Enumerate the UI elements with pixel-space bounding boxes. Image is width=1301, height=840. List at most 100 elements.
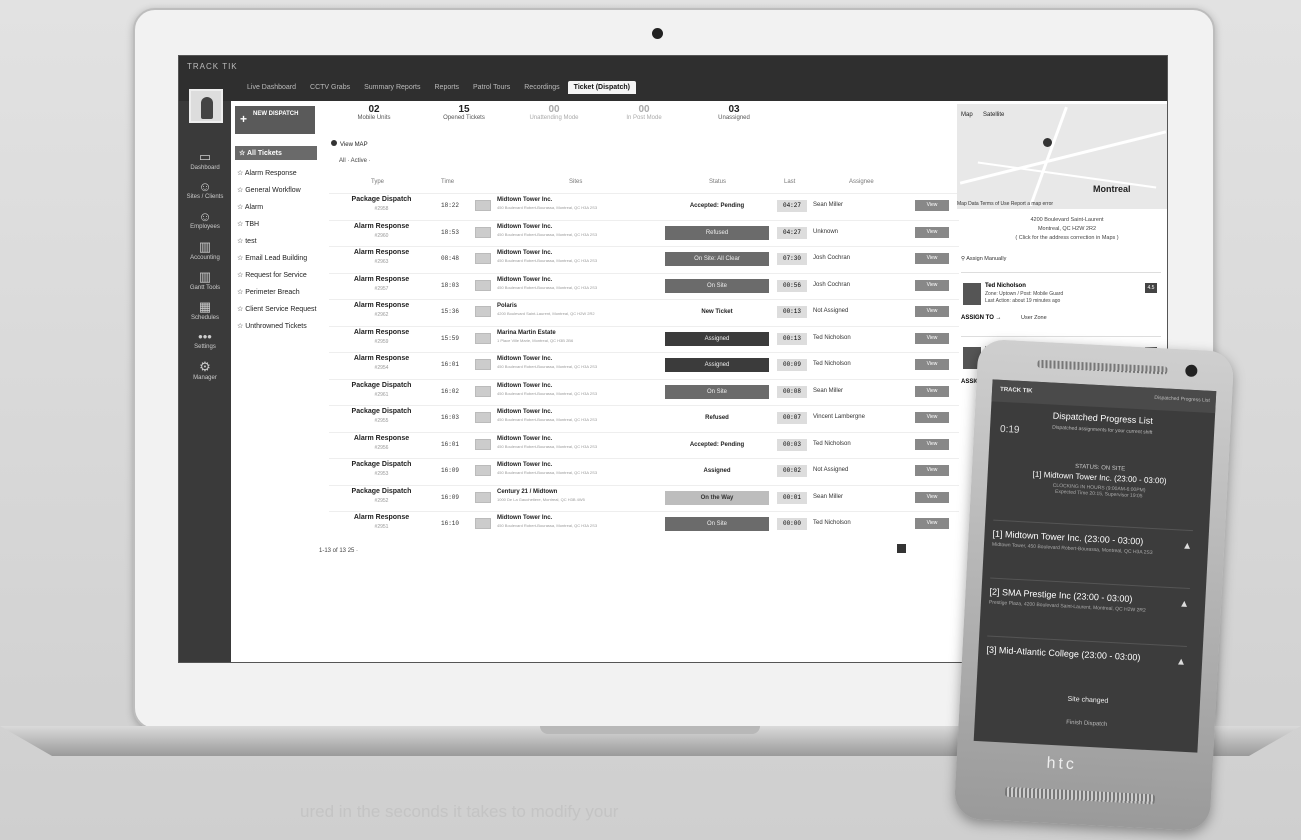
site-name[interactable]: Midtown Tower Inc.	[497, 383, 552, 389]
stat-block[interactable]: 15 Opened Tickets	[419, 104, 509, 121]
table-row[interactable]: Package Dispatch #2953 16:09 Midtown Tower …	[329, 458, 959, 485]
site-name[interactable]: Midtown Tower Inc.	[497, 436, 552, 442]
site-thumbnail	[475, 279, 491, 291]
view-button[interactable]: View	[915, 465, 949, 476]
site-name[interactable]: Midtown Tower Inc.	[497, 224, 552, 230]
table-row[interactable]: Package Dispatch #2961 16:02 Midtown Tower …	[329, 378, 959, 406]
assign-options[interactable]: User Zone	[1021, 315, 1047, 321]
filter-item[interactable]: ☆ Client Service Request	[235, 305, 317, 313]
tab-cctv-grabs[interactable]: CCTV Grabs	[304, 81, 356, 94]
table-row[interactable]: Alarm Response #2957 18:03 Midtown Tower In…	[329, 272, 959, 300]
table-row[interactable]: Alarm Response #2960 18:53 Midtown Tower In…	[329, 219, 959, 247]
sidebar-item-schedules[interactable]: ▦ Schedules	[179, 299, 231, 321]
table-row[interactable]: Alarm Response #2956 16:01 Midtown Tower In…	[329, 431, 959, 459]
map-footer-links[interactable]: Map Data Terms of Use Report a map error	[957, 201, 1053, 207]
column-last[interactable]: Last	[784, 179, 795, 185]
filter-item[interactable]: ☆ Perimeter Breach	[235, 288, 317, 296]
site-name[interactable]: Midtown Tower Inc.	[497, 197, 552, 203]
view-button[interactable]: View	[915, 332, 949, 344]
stat-block[interactable]: 03 Unassigned	[689, 104, 779, 121]
map-view[interactable]: Map Satellite Montreal	[957, 104, 1167, 209]
view-button[interactable]: View	[915, 226, 949, 238]
filter-item[interactable]: ☆ TBH	[235, 220, 317, 228]
site-name[interactable]: Midtown Tower Inc.	[497, 277, 552, 283]
finish-dispatch-button[interactable]: Finish Dispatch	[981, 715, 1193, 732]
view-button[interactable]: View	[915, 438, 949, 450]
view-button[interactable]: View	[915, 279, 949, 291]
sidebar-item-dashboard[interactable]: ▭ Dashboard	[179, 149, 231, 171]
site-name[interactable]: Midtown Tower Inc.	[497, 462, 552, 468]
tab-reports[interactable]: Reports	[429, 81, 466, 94]
dispatch-list-item[interactable]: [1] Midtown Tower Inc. (23:00 - 03:00) Mi…	[991, 519, 1194, 560]
site-name[interactable]: Midtown Tower Inc.	[497, 515, 552, 521]
column-type[interactable]: Type	[371, 179, 384, 185]
last-update: 07:30	[777, 253, 807, 265]
dispatch-list-item[interactable]: [2] SMA Prestige Inc (23:00 - 03:00) Pres…	[988, 577, 1190, 617]
table-row[interactable]: Package Dispatch #2952 16:09 Century 21 / M…	[329, 484, 959, 512]
stat-block[interactable]: 00 In Post Mode	[599, 104, 689, 121]
site-name[interactable]: Century 21 / Midtown	[497, 489, 557, 495]
tab-patrol-tours[interactable]: Patrol Tours	[467, 81, 516, 94]
column-assignee[interactable]: Assignee	[849, 179, 874, 185]
site-name[interactable]: Midtown Tower Inc.	[497, 409, 552, 415]
filter-label: Email Lead Building	[245, 255, 308, 262]
assign-to-button[interactable]: ASSIGN TO →	[961, 315, 1002, 321]
sidebar-item-employees[interactable]: ☺ Employees	[179, 209, 231, 230]
tab-live-dashboard[interactable]: Live Dashboard	[241, 81, 302, 94]
sidebar-item-manager[interactable]: ⚙ Manager	[179, 359, 231, 381]
view-button[interactable]: View	[915, 518, 949, 529]
map-tab[interactable]: Map	[961, 112, 973, 118]
status-filter[interactable]: All · Active ·	[339, 158, 371, 164]
sidebar-item-settings[interactable]: ••• Settings	[179, 329, 231, 350]
site-name[interactable]: Marina Martin Estate	[497, 330, 556, 336]
site-name[interactable]: Polaris	[497, 303, 517, 309]
table-row[interactable]: Package Dispatch #2955 16:03 Midtown Tower …	[329, 405, 959, 432]
sidebar-item-accounting[interactable]: ▥ Accounting	[179, 239, 231, 261]
view-map-link[interactable]: View MAP	[331, 140, 368, 148]
stat-block[interactable]: 02 Mobile Units	[329, 104, 419, 121]
phone-header-link[interactable]: Dispatched Progress List	[1154, 395, 1210, 404]
sidebar-item-gantt-tools[interactable]: ▥ Gantt Tools	[179, 269, 231, 291]
table-row[interactable]: Package Dispatch #2958 18:22 Midtown Tower …	[329, 193, 959, 220]
dispatch-list-item[interactable]: [3] Mid-Atlantic College (23:00 - 03:00)…	[986, 635, 1187, 668]
tab-recordings[interactable]: Recordings	[518, 81, 565, 94]
table-row[interactable]: Alarm Response #2954 16:01 Midtown Tower In…	[329, 352, 959, 379]
avatar[interactable]	[189, 89, 223, 123]
column-sites[interactable]: Sites	[569, 179, 582, 185]
filter-item[interactable]: ☆ General Workflow	[235, 186, 317, 194]
ticket-id: #2960	[374, 232, 389, 239]
new-dispatch-button[interactable]: + NEW DISPATCH	[235, 106, 315, 134]
view-button[interactable]: View	[915, 412, 949, 423]
filter-item[interactable]: ☆ All Tickets	[235, 146, 317, 160]
site-name[interactable]: Midtown Tower Inc.	[497, 356, 552, 362]
table-row[interactable]: Alarm Response #2963 08:48 Midtown Tower In…	[329, 246, 959, 273]
ticket-type: Alarm Response	[353, 328, 410, 336]
table-row[interactable]: Alarm Response #2962 15:36 Polaris 4200 Boul…	[329, 299, 959, 326]
view-button[interactable]: View	[915, 306, 949, 317]
filter-item[interactable]: ☆ Request for Service	[235, 271, 317, 279]
filter-item[interactable]: ☆ Unthrowned Tickets	[235, 322, 317, 330]
view-button[interactable]: View	[915, 385, 949, 397]
table-row[interactable]: Alarm Response #2951 16:10 Midtown Tower In…	[329, 511, 959, 538]
column-status[interactable]: Status	[709, 179, 726, 185]
view-button[interactable]: View	[915, 253, 949, 264]
page-button[interactable]	[897, 544, 906, 553]
pagination[interactable]: 1-13 of 13 25 ·	[319, 548, 358, 554]
table-row[interactable]: Alarm Response #2959 15:59 Marina Martin Es…	[329, 325, 959, 353]
filter-item[interactable]: ☆ test	[235, 237, 317, 245]
filter-item[interactable]: ☆ Email Lead Building	[235, 254, 317, 262]
view-button[interactable]: View	[915, 491, 949, 503]
filter-item[interactable]: ☆ Alarm Response	[235, 169, 317, 177]
site-name[interactable]: Midtown Tower Inc.	[497, 250, 552, 256]
view-button[interactable]: View	[915, 200, 949, 211]
tab-summary-reports[interactable]: Summary Reports	[358, 81, 426, 94]
satellite-tab[interactable]: Satellite	[983, 112, 1004, 118]
assign-manually-link[interactable]: ⚲ Assign Manually	[961, 256, 1006, 262]
column-time[interactable]: Time	[441, 179, 454, 185]
filter-item[interactable]: ☆ Alarm	[235, 203, 317, 211]
site-address: 450 Boulevard Robert-Bourassa, Montreal,…	[497, 470, 598, 475]
stat-block[interactable]: 00 Unattending Mode	[509, 104, 599, 121]
sidebar-item-sites-clients[interactable]: ☺ Sites / Clients	[179, 179, 231, 200]
view-button[interactable]: View	[915, 359, 949, 370]
tab-ticket-dispatch-[interactable]: Ticket (Dispatch)	[567, 81, 636, 94]
